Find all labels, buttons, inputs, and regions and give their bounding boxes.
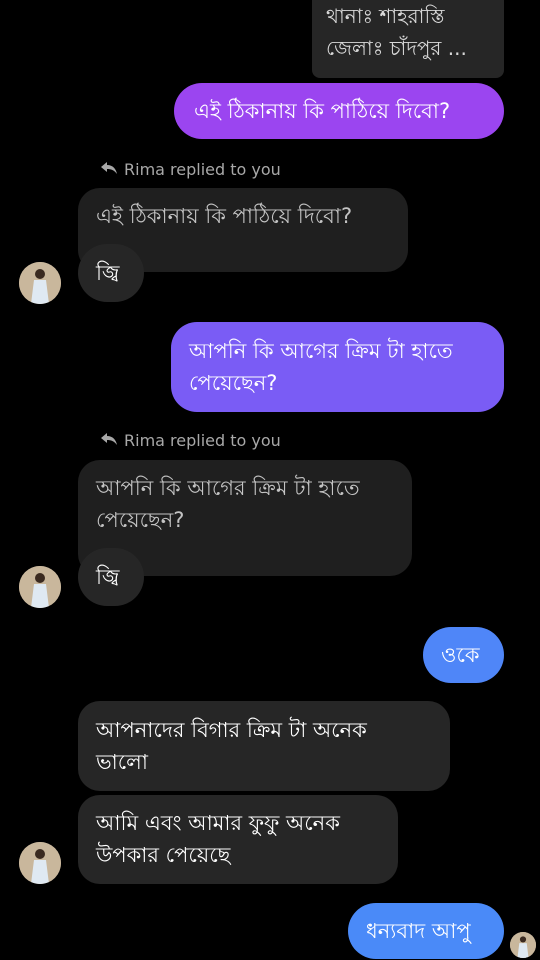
outgoing-message-4-text: ধন্যবাদ আপু [366, 919, 471, 943]
incoming-reply-2[interactable]: জ্বি [78, 548, 144, 606]
incoming-message-4-line-1: আমি এবং আমার ফুফু অনেক [96, 811, 340, 835]
incoming-message-4-line-2: উপকার পেয়েছে [96, 843, 231, 867]
contact-avatar[interactable] [19, 842, 61, 884]
read-receipt-avatar [510, 932, 536, 958]
address-line-district: জেলাঃ চাঁদপুর ... [326, 36, 467, 60]
incoming-message-3[interactable]: আপনাদের বিগার ক্রিম টা অনেক ভালো [78, 701, 450, 791]
address-message-bubble[interactable]: থানাঃ শাহরাস্তি জেলাঃ চাঁদপুর ... [312, 0, 504, 78]
contact-avatar[interactable] [19, 262, 61, 304]
outgoing-message-2[interactable]: আপনি কি আগের ক্রিম টা হাতে পেয়েছেন? [171, 322, 504, 412]
incoming-message-3-line-1: আপনাদের বিগার ক্রিম টা অনেক [96, 718, 367, 742]
outgoing-message-2-line-2: পেয়েছেন? [189, 371, 278, 395]
incoming-reply-1-text: জ্বি [96, 261, 120, 285]
quoted-message-2-line-2: পেয়েছেন? [96, 508, 185, 532]
reply-arrow-icon [100, 431, 118, 450]
outgoing-message-3-text: ওকে [441, 643, 480, 667]
reply-indicator-2-text: Rima replied to you [124, 431, 281, 450]
reply-indicator-1: Rima replied to you [100, 160, 281, 179]
outgoing-message-2-line-1: আপনি কি আগের ক্রিম টা হাতে [189, 339, 453, 363]
incoming-message-4[interactable]: আমি এবং আমার ফুফু অনেক উপকার পেয়েছে [78, 795, 398, 884]
reply-arrow-icon [100, 160, 118, 179]
outgoing-message-4[interactable]: ধন্যবাদ আপু [348, 903, 504, 959]
incoming-message-3-line-2: ভালো [96, 750, 148, 774]
outgoing-message-3[interactable]: ওকে [423, 627, 504, 683]
reply-indicator-1-text: Rima replied to you [124, 160, 281, 179]
reply-indicator-2: Rima replied to you [100, 431, 281, 450]
outgoing-message-1-text: এই ঠিকানায় কি পাঠিয়ে দিবো? [194, 99, 451, 123]
contact-avatar[interactable] [19, 566, 61, 608]
quoted-message-2-line-1: আপনি কি আগের ক্রিম টা হাতে [96, 476, 360, 500]
quoted-message-1-text: এই ঠিকানায় কি পাঠিয়ে দিবো? [96, 204, 353, 228]
outgoing-message-1[interactable]: এই ঠিকানায় কি পাঠিয়ে দিবো? [174, 83, 504, 139]
address-line-thana: থানাঃ শাহরাস্তি [326, 4, 445, 28]
incoming-reply-2-text: জ্বি [96, 565, 120, 589]
incoming-reply-1[interactable]: জ্বি [78, 244, 144, 302]
